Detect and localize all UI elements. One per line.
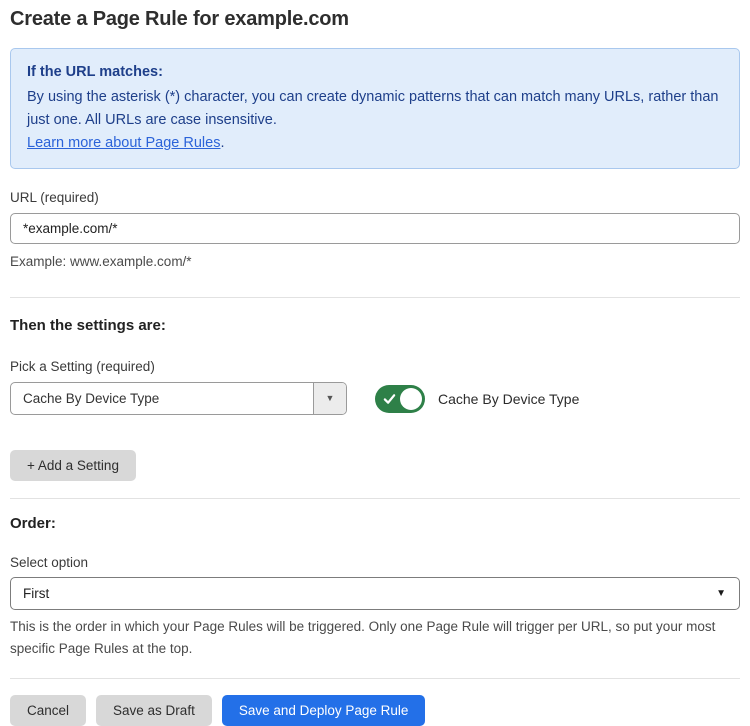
settings-section-heading: Then the settings are:	[10, 317, 740, 334]
learn-more-link[interactable]: Learn more about Page Rules	[27, 135, 220, 151]
save-as-draft-button[interactable]: Save as Draft	[96, 695, 212, 726]
url-field-label: URL (required)	[10, 190, 740, 205]
pick-setting-label: Pick a Setting (required)	[10, 359, 740, 374]
url-input[interactable]	[10, 213, 740, 244]
page-title: Create a Page Rule for example.com	[10, 8, 740, 31]
link-suffix: .	[220, 135, 224, 151]
divider	[10, 678, 740, 679]
setting-dropdown-value: Cache By Device Type	[11, 383, 313, 414]
check-icon	[383, 392, 396, 405]
info-box-link-line: Learn more about Page Rules.	[27, 132, 723, 155]
divider	[10, 498, 740, 499]
add-setting-button[interactable]: + Add a Setting	[10, 450, 136, 481]
order-select[interactable]: First ▼	[10, 577, 740, 610]
toggle-knob	[400, 388, 422, 410]
setting-dropdown[interactable]: Cache By Device Type ▼	[10, 382, 347, 415]
info-box-body: By using the asterisk (*) character, you…	[27, 86, 723, 132]
order-select-value: First	[11, 578, 739, 609]
save-and-deploy-button[interactable]: Save and Deploy Page Rule	[222, 695, 426, 726]
setting-row: Cache By Device Type ▼ Cache By Device T…	[10, 382, 740, 415]
cancel-button[interactable]: Cancel	[10, 695, 86, 726]
footer-actions: Cancel Save as Draft Save and Deploy Pag…	[10, 695, 740, 726]
url-example-text: Example: www.example.com/*	[10, 251, 740, 273]
order-section-heading: Order:	[10, 515, 740, 532]
select-option-label: Select option	[10, 555, 740, 570]
caret-down-icon: ▼	[716, 589, 726, 599]
page-rule-form: Create a Page Rule for example.com If th…	[0, 8, 750, 726]
url-match-info-box: If the URL matches: By using the asteris…	[10, 48, 740, 169]
chevron-down-icon: ▼	[326, 394, 335, 403]
info-box-heading: If the URL matches:	[27, 61, 723, 84]
toggle-label: Cache By Device Type	[438, 391, 579, 407]
cache-by-device-type-toggle[interactable]	[375, 385, 425, 413]
divider	[10, 297, 740, 298]
setting-dropdown-arrow-button[interactable]: ▼	[313, 383, 346, 414]
order-help-text: This is the order in which your Page Rul…	[10, 616, 740, 660]
